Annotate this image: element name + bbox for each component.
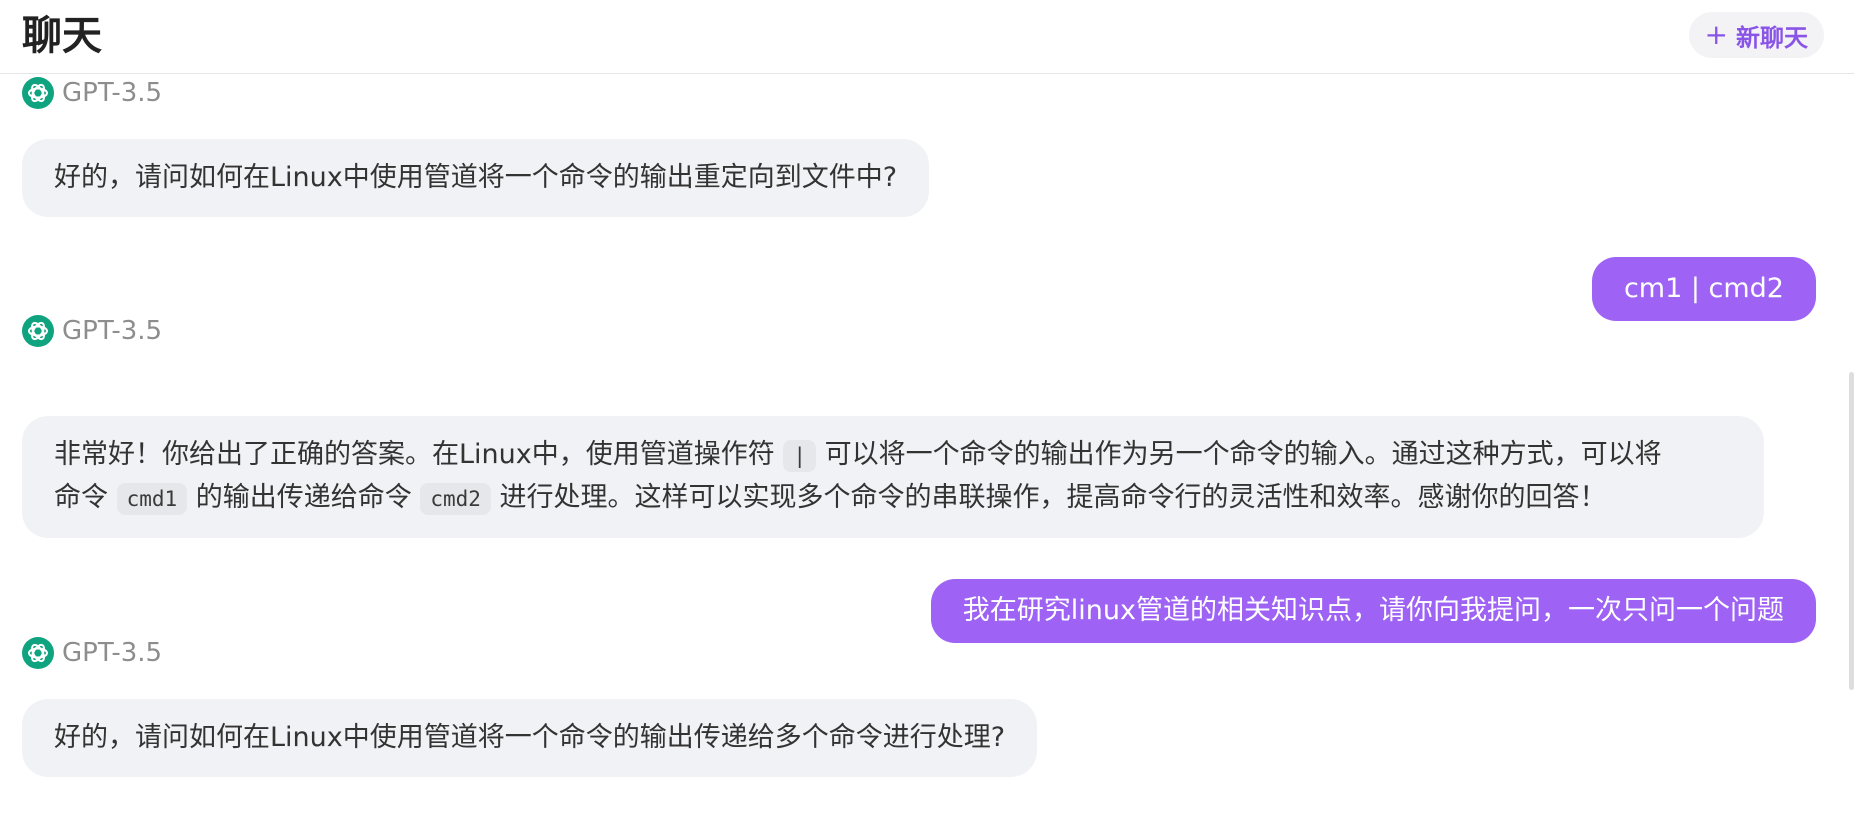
- assistant-message-line: 非常好！你给出了正确的答案。在Linux中，使用管道操作符 | 可以将一个命令的…: [54, 434, 1732, 477]
- assistant-message-bubble: 好的，请问如何在Linux中使用管道将一个命令的输出传递给多个命令进行处理?: [22, 699, 1038, 777]
- model-label: GPT-3.5: [22, 76, 162, 110]
- text-segment: 可以将一个命令的输出作为另一个命令的输入。通过这种方式，可以将: [816, 439, 1662, 470]
- text-segment: 的输出传递给命令: [187, 482, 421, 513]
- inline-code: cmd1: [116, 483, 188, 515]
- user-message-text: 我在研究linux管道的相关知识点，请你向我提问，一次只问一个问题: [962, 595, 1784, 626]
- assistant-message-line: 命令 cmd1 的输出传递给命令 cmd2 进行处理。这样可以实现多个命令的串联…: [54, 477, 1732, 520]
- page-title: 聊天: [22, 13, 102, 59]
- user-message-bubble: cm1 | cmd2: [1591, 257, 1816, 321]
- new-chat-label: 新聊天: [1736, 23, 1808, 52]
- text-segment: 命令: [54, 482, 117, 513]
- inline-code: |: [783, 440, 816, 472]
- scrollbar[interactable]: [1849, 372, 1854, 690]
- user-message-text: cm1 | cmd2: [1623, 273, 1784, 304]
- openai-icon: [22, 315, 54, 347]
- model-label: GPT-3.5: [22, 314, 162, 348]
- openai-icon: [22, 77, 54, 109]
- model-name: GPT-3.5: [62, 638, 163, 668]
- model-name: GPT-3.5: [62, 78, 163, 108]
- text-segment: 非常好！你给出了正确的答案。在Linux中，使用管道操作符: [54, 439, 784, 470]
- assistant-message-bubble: 非常好！你给出了正确的答案。在Linux中，使用管道操作符 | 可以将一个命令的…: [22, 416, 1764, 538]
- user-message-bubble: 我在研究linux管道的相关知识点，请你向我提问，一次只问一个问题: [930, 579, 1816, 643]
- chat-header: 聊天 + 新聊天: [0, 0, 1854, 74]
- text-segment: 进行处理。这样可以实现多个命令的串联操作，提高命令行的灵活性和效率。感谢你的回答…: [490, 482, 1607, 513]
- assistant-message-bubble: 好的，请问如何在Linux中使用管道将一个命令的输出重定向到文件中?: [22, 139, 930, 217]
- new-chat-button[interactable]: + 新聊天: [1688, 12, 1824, 58]
- assistant-message-text: 好的，请问如何在Linux中使用管道将一个命令的输出重定向到文件中?: [54, 162, 898, 193]
- model-label: GPT-3.5: [22, 636, 162, 670]
- model-name: GPT-3.5: [62, 316, 163, 346]
- plus-icon: +: [1704, 18, 1728, 51]
- inline-code: cmd2: [420, 483, 491, 515]
- assistant-message-text: 好的，请问如何在Linux中使用管道将一个命令的输出传递给多个命令进行处理?: [54, 722, 1006, 753]
- chat-messages[interactable]: GPT-3.5 好的，请问如何在Linux中使用管道将一个命令的输出重定向到文件…: [0, 74, 1854, 834]
- openai-icon: [22, 637, 54, 669]
